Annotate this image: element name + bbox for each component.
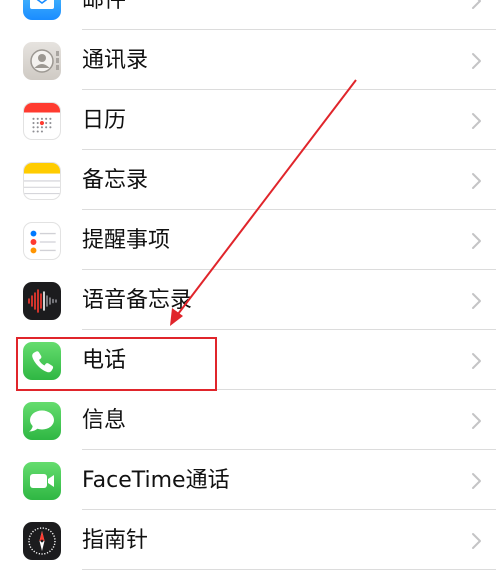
- settings-row-label: 信息: [82, 408, 127, 433]
- settings-row-facetime[interactable]: FaceTime通话: [0, 450, 496, 510]
- settings-row-contacts[interactable]: 通讯录: [0, 30, 496, 90]
- settings-row-calendar[interactable]: 日历: [0, 90, 496, 150]
- settings-row-label: 日历: [82, 108, 127, 133]
- settings-row-compass[interactable]: 指南针: [0, 510, 496, 570]
- settings-row-voice-memos[interactable]: 语音备忘录: [0, 270, 496, 330]
- chevron-right-icon: [468, 350, 484, 372]
- calendar-icon: [23, 102, 61, 140]
- settings-list: 邮件 通讯录 日历 备忘录 提醒事项 语音备忘录 电话 信息 FaceTime通…: [0, 0, 496, 570]
- settings-row-notes[interactable]: 备忘录: [0, 150, 496, 210]
- chevron-right-icon: [468, 50, 484, 72]
- settings-row-label: 指南针: [82, 528, 149, 553]
- chevron-right-icon: [468, 170, 484, 192]
- settings-row-label: 邮件: [82, 0, 127, 13]
- chevron-right-icon: [468, 110, 484, 132]
- settings-row-label: FaceTime通话: [82, 468, 230, 493]
- chevron-right-icon: [468, 230, 484, 252]
- mail-icon: [23, 0, 61, 20]
- reminders-icon: [23, 222, 61, 260]
- compass-icon: [23, 522, 61, 560]
- messages-icon: [23, 402, 61, 440]
- settings-row-label: 提醒事项: [82, 228, 171, 253]
- annotation-highlight-box: [16, 337, 217, 391]
- settings-row-mail[interactable]: 邮件: [0, 0, 496, 30]
- chevron-right-icon: [468, 0, 484, 12]
- voice-memos-icon: [23, 282, 61, 320]
- settings-row-label: 备忘录: [82, 168, 149, 193]
- settings-row-reminders[interactable]: 提醒事项: [0, 210, 496, 270]
- row-divider: [82, 569, 496, 570]
- settings-row-messages[interactable]: 信息: [0, 390, 496, 450]
- settings-row-label: 语音备忘录: [82, 288, 193, 313]
- notes-icon: [23, 162, 61, 200]
- facetime-icon: [23, 462, 61, 500]
- chevron-right-icon: [468, 290, 484, 312]
- contacts-icon: [23, 42, 61, 80]
- chevron-right-icon: [468, 530, 484, 552]
- chevron-right-icon: [468, 410, 484, 432]
- chevron-right-icon: [468, 470, 484, 492]
- settings-row-label: 通讯录: [82, 48, 149, 73]
